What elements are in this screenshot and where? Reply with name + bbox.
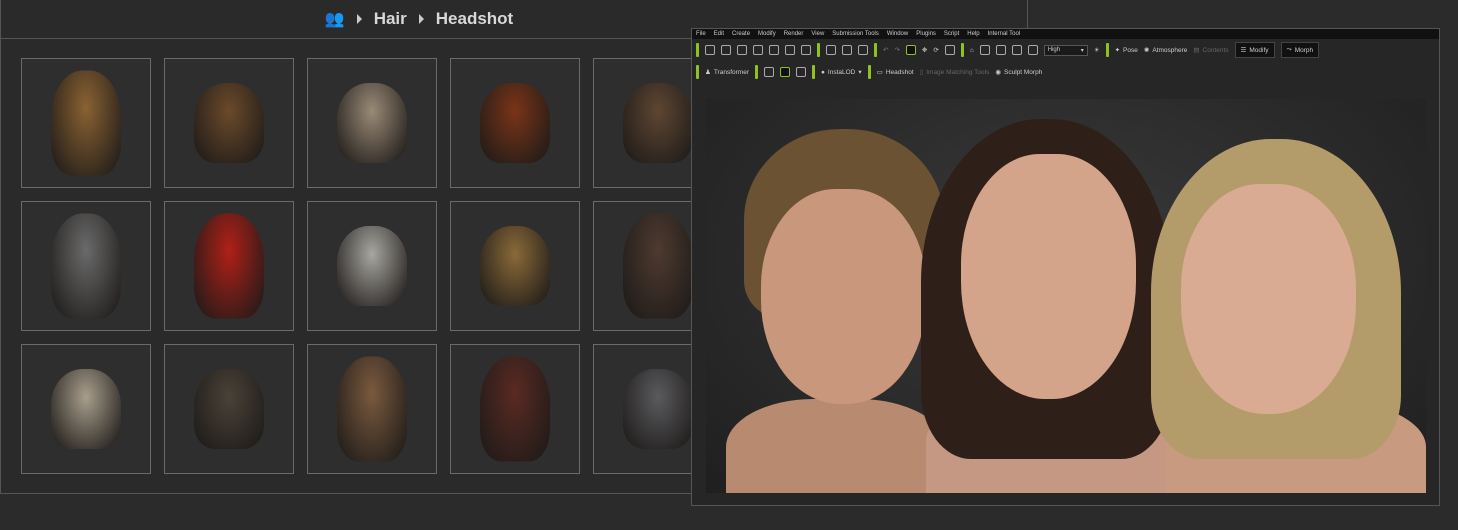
import-icon[interactable] (753, 45, 763, 55)
menu-modify[interactable]: Modify (758, 31, 776, 37)
hair-thumbnail (51, 369, 121, 449)
hair-thumbnail (51, 213, 121, 319)
hair-item[interactable] (307, 344, 437, 474)
hair-item[interactable] (21, 201, 151, 331)
headshot-button[interactable]: ▭ Headshot (876, 68, 914, 77)
menu-view[interactable]: View (811, 31, 824, 37)
toolbar-main: ↶ ↷ ✥ ⟳ ⌂ High ▾ ☀ ✦ Pose ✺ Atmosphere ▤ Conte… (692, 39, 1439, 61)
character-icon[interactable] (826, 45, 836, 55)
app-window: File Edit Create Modify Render View Submission… (691, 28, 1440, 506)
menu-submission-tools[interactable]: Submission Tools (832, 31, 879, 37)
scale-icon[interactable] (944, 45, 955, 55)
hair-item[interactable] (450, 58, 580, 188)
hair-thumbnail (194, 83, 264, 163)
menu-internal-tool[interactable]: Internal Tool (988, 31, 1021, 37)
hair-item[interactable] (450, 344, 580, 474)
hair-item[interactable] (21, 58, 151, 188)
instalod-icon: ● (820, 68, 825, 76)
fit-icon[interactable] (979, 45, 990, 55)
move-icon[interactable]: ✥ (922, 46, 927, 54)
hair-item[interactable] (21, 344, 151, 474)
breadcrumb-separator-icon (356, 14, 362, 24)
menu-help[interactable]: Help (967, 31, 979, 37)
menu-bar: File Edit Create Modify Render View Submission… (692, 29, 1439, 39)
hair-item[interactable] (307, 201, 437, 331)
sculpt-icon: ◉ (995, 69, 1001, 76)
contents-button[interactable]: ▤ Contents (1193, 46, 1228, 55)
instalod-button[interactable]: ● InstaLOD ▾ (820, 68, 862, 77)
pose-button[interactable]: ✦ Pose (1114, 46, 1138, 55)
new-icon[interactable] (705, 45, 715, 55)
hair-thumbnail (623, 369, 693, 449)
transformer-button[interactable]: ♟ Transformer (705, 68, 749, 77)
send-icon[interactable] (785, 45, 795, 55)
render-icon[interactable] (801, 45, 811, 55)
headshot-icon: ▭ (876, 69, 883, 76)
light-icon[interactable]: ☀ (1094, 46, 1100, 54)
redo-icon[interactable]: ↷ (894, 46, 899, 54)
characters-icon: 👥 (324, 11, 345, 28)
zoom-extents-icon[interactable] (1011, 45, 1022, 55)
frame-icon[interactable] (995, 45, 1006, 55)
hair-thumbnail (51, 70, 121, 176)
hair-thumbnail (480, 356, 550, 462)
camera-icon[interactable] (842, 45, 852, 55)
3d-viewport[interactable] (706, 99, 1426, 493)
select-icon[interactable] (905, 45, 916, 55)
hair-thumbnail (337, 356, 407, 462)
image-matching-icon: ▯ (919, 69, 924, 76)
morph-button[interactable]: ⤳ Morph (1280, 42, 1320, 58)
menu-window[interactable]: Window (887, 31, 908, 37)
sliders-icon: ☰ (1240, 47, 1247, 54)
home-icon[interactable]: ⌂ (970, 47, 974, 54)
morph-icon: ⤳ (1286, 46, 1292, 53)
transformer-icon: ♟ (705, 69, 711, 76)
skin-icon[interactable] (779, 67, 790, 77)
breadcrumb-separator-icon (418, 14, 424, 24)
menu-script[interactable]: Script (944, 31, 959, 37)
menu-file[interactable]: File (696, 31, 706, 37)
hair-thumbnail (337, 226, 407, 306)
contents-icon: ▤ (1193, 47, 1200, 54)
hair-thumbnail (194, 213, 264, 319)
hair-item[interactable] (164, 201, 294, 331)
menu-plugins[interactable]: Plugins (916, 31, 936, 37)
atmosphere-icon: ✺ (1143, 47, 1150, 54)
hair-thumbnail (480, 83, 550, 163)
hair-thumbnail (194, 369, 264, 449)
undo-icon[interactable]: ↶ (883, 46, 888, 54)
quality-select[interactable]: High ▾ (1043, 44, 1088, 56)
image-matching-tools-button[interactable]: ▯ Image Matching Tools (919, 68, 990, 77)
bone-icon[interactable] (763, 67, 774, 77)
hair-thumbnail (623, 83, 693, 163)
toolbar-secondary: ♟ Transformer ● InstaLOD ▾ ▭ Headshot ▯ Image… (692, 61, 1439, 83)
hair-thumbnail (480, 226, 550, 306)
save-icon[interactable] (737, 45, 747, 55)
pose-figure-icon[interactable] (858, 45, 868, 55)
hair-thumbnail (337, 83, 407, 163)
hierarchy-icon[interactable] (795, 67, 806, 77)
menu-render[interactable]: Render (784, 31, 804, 37)
hair-item[interactable] (450, 201, 580, 331)
sculpt-morph-button[interactable]: ◉ Sculpt Morph (995, 68, 1042, 77)
hair-item[interactable] (164, 344, 294, 474)
view-icon[interactable] (1027, 45, 1038, 55)
export-icon[interactable] (769, 45, 779, 55)
rotate-icon[interactable]: ⟳ (933, 46, 938, 54)
open-icon[interactable] (721, 45, 731, 55)
menu-edit[interactable]: Edit (714, 31, 724, 37)
hair-thumbnail (623, 213, 693, 319)
menu-create[interactable]: Create (732, 31, 750, 37)
pose-icon: ✦ (1114, 47, 1121, 54)
hair-item[interactable] (164, 58, 294, 188)
atmosphere-button[interactable]: ✺ Atmosphere (1143, 46, 1188, 55)
breadcrumb-hair[interactable]: Hair (374, 9, 407, 29)
hair-item[interactable] (307, 58, 437, 188)
modify-button[interactable]: ☰ Modify (1234, 42, 1275, 58)
breadcrumb-headshot[interactable]: Headshot (436, 9, 513, 29)
